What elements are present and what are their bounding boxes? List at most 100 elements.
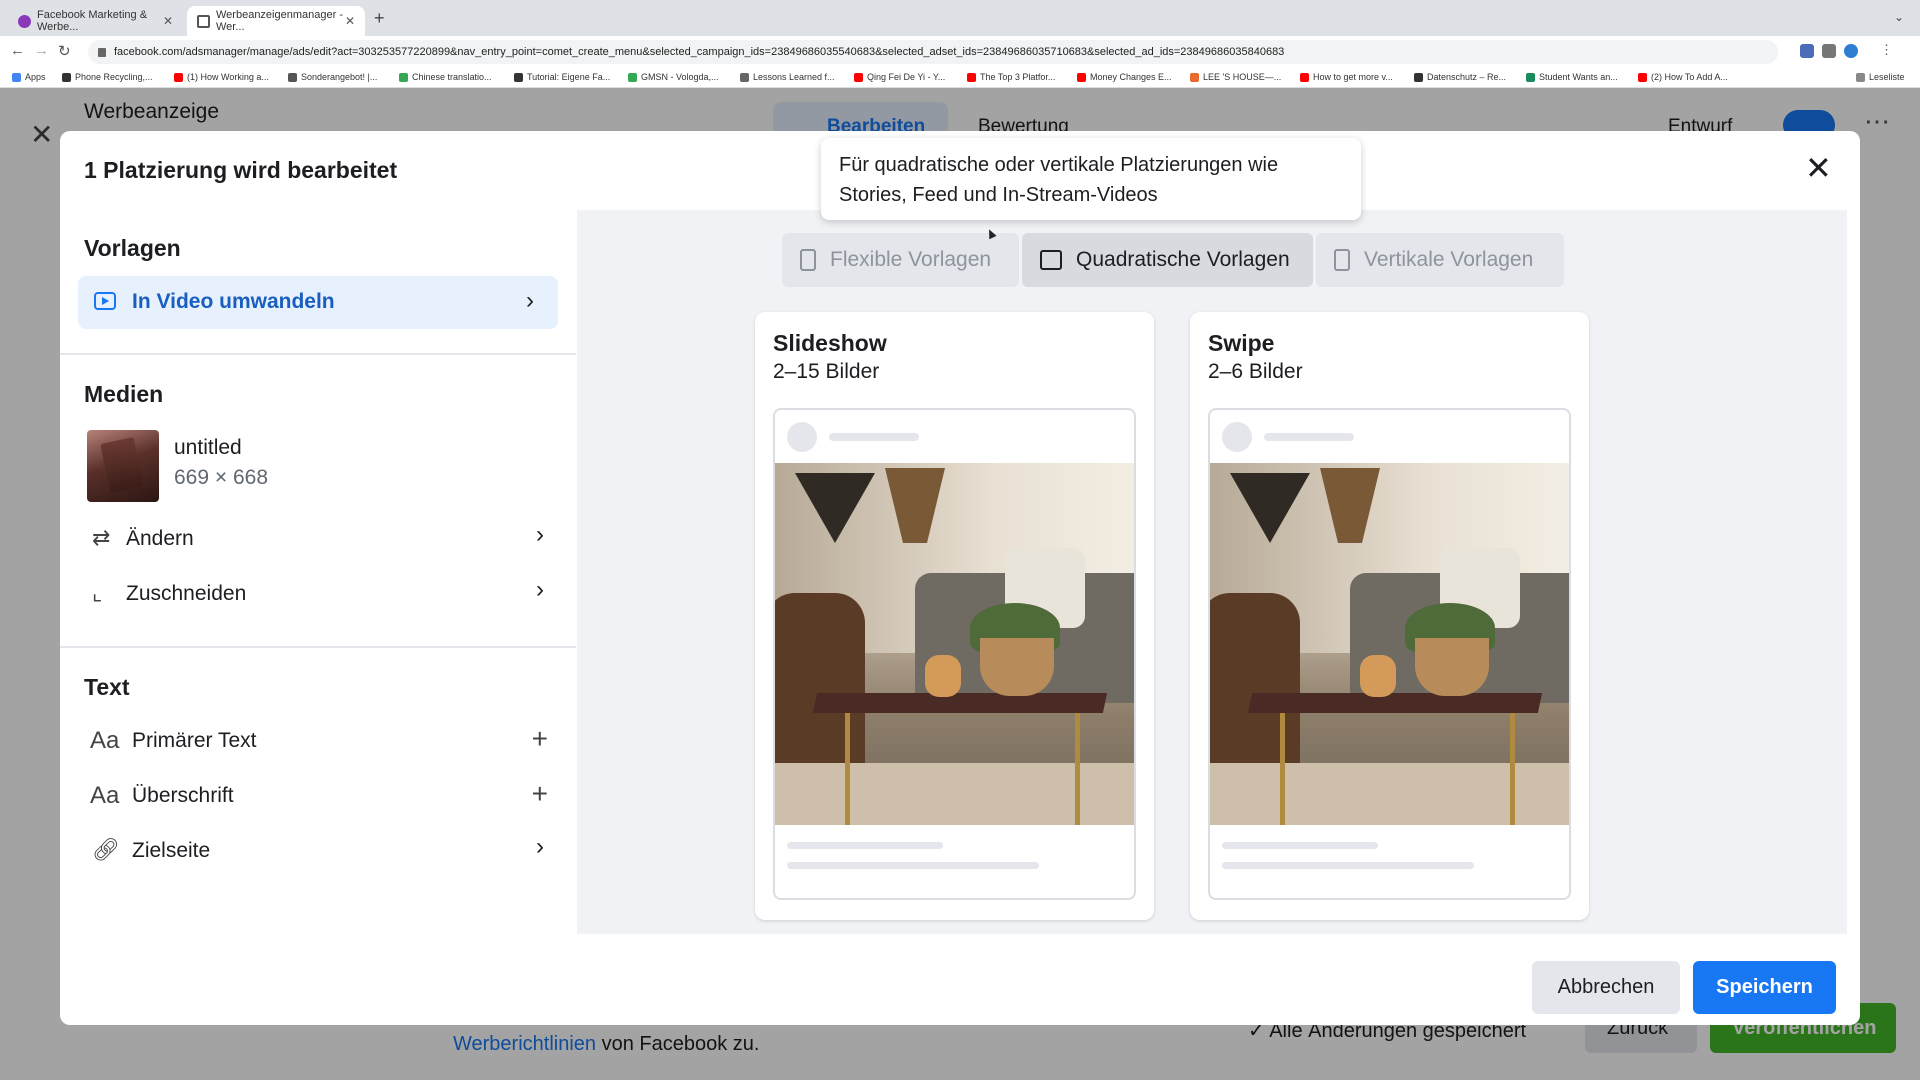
close-tab-icon[interactable]: ✕ bbox=[345, 14, 355, 28]
text-style-icon: Aa bbox=[90, 727, 120, 754]
lock-icon bbox=[98, 47, 106, 57]
chevron-right-icon: › bbox=[536, 521, 544, 548]
cancel-button[interactable]: Abbrechen bbox=[1532, 961, 1680, 1014]
vertical-phone-icon bbox=[1334, 249, 1350, 271]
close-icon[interactable]: ✕ bbox=[1805, 149, 1832, 187]
template-type-tabs: Flexible Vorlagen Quadratische Vorlagen … bbox=[782, 233, 1564, 287]
bookmark-item[interactable]: Apps bbox=[12, 72, 46, 82]
change-media-row[interactable]: ⇄ Ändern › bbox=[84, 519, 554, 559]
bookmark-item[interactable]: LEE 'S HOUSE—... bbox=[1190, 72, 1281, 82]
crop-row[interactable]: ⌞ Zuschneiden › bbox=[84, 574, 554, 614]
template-card-slideshow[interactable]: Slideshow 2–15 Bilder bbox=[755, 312, 1154, 920]
url-text: facebook.com/adsmanager/manage/ads/edit?… bbox=[114, 46, 1285, 58]
dialog-title: 1 Platzierung wird bearbeitet bbox=[84, 157, 398, 183]
media-thumbnail bbox=[87, 430, 159, 502]
landing-page-label: Zielseite bbox=[132, 839, 211, 862]
profile-avatar-icon[interactable] bbox=[1844, 44, 1858, 58]
tab-label: Facebook Marketing & Werbe... bbox=[37, 9, 148, 33]
landing-page-row[interactable]: 🔗︎ Zielseite › bbox=[84, 831, 554, 871]
bookmark-item[interactable]: Lessons Learned f... bbox=[740, 72, 835, 82]
bookmark-item[interactable]: GMSN - Vologda,... bbox=[628, 72, 719, 82]
template-tooltip: Für quadratische oder vertikale Platzier… bbox=[821, 138, 1361, 220]
link-icon: 🔗︎ bbox=[92, 837, 120, 862]
bookmark-item[interactable]: Student Wants an... bbox=[1526, 72, 1618, 82]
bookmarks-bar: Apps Phone Recycling,... (1) How Working… bbox=[0, 68, 1920, 88]
bookmark-item[interactable]: Money Changes E... bbox=[1077, 72, 1172, 82]
extensions-puzzle-icon[interactable] bbox=[1822, 44, 1836, 58]
bookmark-item[interactable]: Phone Recycling,... bbox=[62, 72, 153, 82]
templates-heading: Vorlagen bbox=[84, 235, 181, 261]
url-field[interactable]: facebook.com/adsmanager/manage/ads/edit?… bbox=[88, 40, 1778, 64]
forward-icon[interactable]: → bbox=[34, 42, 49, 59]
save-button[interactable]: Speichern bbox=[1693, 961, 1836, 1014]
square-icon bbox=[1040, 250, 1062, 270]
tab-label: Flexible Vorlagen bbox=[830, 248, 992, 271]
headline-row[interactable]: Aa Überschrift + bbox=[84, 776, 554, 816]
primary-text-row[interactable]: Aa Primärer Text + bbox=[84, 721, 554, 761]
crop-label: Zuschneiden bbox=[126, 582, 247, 605]
ads-manager-favicon-icon bbox=[197, 14, 210, 28]
bookmark-item[interactable]: Datenschutz – Re... bbox=[1414, 72, 1506, 82]
media-heading: Medien bbox=[84, 381, 164, 407]
bookmark-item[interactable]: Qing Fei De Yi - Y... bbox=[854, 72, 945, 82]
phone-icon bbox=[800, 249, 816, 271]
text-style-icon: Aa bbox=[90, 782, 120, 809]
chevron-right-icon: › bbox=[526, 287, 534, 314]
browser-tab-1[interactable]: Facebook Marketing & Werbe... ✕ bbox=[8, 6, 183, 36]
browser-tab-2[interactable]: Werbeanzeigenmanager - Wer... ✕ bbox=[187, 6, 365, 36]
close-tab-icon[interactable]: ✕ bbox=[163, 14, 173, 28]
bookmark-item[interactable]: Sonderangebot! |... bbox=[288, 72, 377, 82]
bookmark-item[interactable]: (2) How To Add A... bbox=[1638, 72, 1728, 82]
back-icon[interactable]: ← bbox=[10, 42, 25, 59]
template-card-swipe[interactable]: Swipe 2–6 Bilder bbox=[1190, 312, 1589, 920]
text-heading: Text bbox=[84, 674, 130, 700]
primary-text-label: Primärer Text bbox=[132, 729, 257, 752]
template-gallery: Flexible Vorlagen Quadratische Vorlagen … bbox=[577, 210, 1847, 934]
divider bbox=[60, 353, 576, 355]
tab-flexible-templates[interactable]: Flexible Vorlagen bbox=[782, 233, 1019, 287]
text-placeholder bbox=[1264, 433, 1354, 441]
media-dimensions: 669 × 668 bbox=[174, 466, 269, 489]
plus-icon[interactable]: + bbox=[532, 723, 548, 755]
new-tab-icon[interactable]: + bbox=[374, 8, 385, 29]
swap-icon: ⇄ bbox=[92, 525, 111, 550]
card-subtitle: 2–6 Bilder bbox=[1208, 360, 1303, 383]
convert-to-video-button[interactable]: In Video umwandeln › bbox=[78, 276, 558, 329]
bookmark-item[interactable]: (1) How Working a... bbox=[174, 72, 269, 82]
chevron-right-icon: › bbox=[536, 576, 544, 603]
ad-preview bbox=[773, 408, 1136, 900]
preview-image bbox=[775, 463, 1134, 825]
tab-search-icon[interactable]: ⌄ bbox=[1894, 10, 1904, 24]
convert-to-video-label: In Video umwandeln bbox=[132, 290, 335, 313]
avatar-placeholder bbox=[1222, 422, 1252, 452]
preview-image bbox=[1210, 463, 1569, 825]
card-title: Swipe bbox=[1208, 330, 1275, 356]
extension-facebook-icon[interactable] bbox=[1800, 44, 1814, 58]
text-placeholder bbox=[829, 433, 919, 441]
tab-label: Quadratische Vorlagen bbox=[1076, 248, 1290, 271]
tab-square-templates[interactable]: Quadratische Vorlagen bbox=[1022, 233, 1313, 287]
reading-list[interactable]: Leseliste bbox=[1856, 72, 1905, 82]
text-placeholder bbox=[787, 842, 943, 849]
bookmark-item[interactable]: The Top 3 Platfor... bbox=[967, 72, 1055, 82]
chevron-right-icon: › bbox=[536, 833, 544, 860]
text-placeholder bbox=[1222, 842, 1378, 849]
reload-icon[interactable]: ↻ bbox=[58, 42, 71, 60]
headline-label: Überschrift bbox=[132, 784, 234, 807]
avatar-placeholder bbox=[787, 422, 817, 452]
ad-preview bbox=[1208, 408, 1571, 900]
text-placeholder bbox=[787, 862, 1039, 869]
address-bar: ← → ↻ facebook.com/adsmanager/manage/ads… bbox=[0, 36, 1920, 68]
bookmark-item[interactable]: Chinese translatio... bbox=[399, 72, 492, 82]
video-icon bbox=[94, 292, 116, 310]
bookmark-item[interactable]: How to get more v... bbox=[1300, 72, 1393, 82]
text-placeholder bbox=[1222, 862, 1474, 869]
crop-icon: ⌞ bbox=[92, 580, 103, 605]
tab-vertical-templates[interactable]: Vertikale Vorlagen bbox=[1316, 233, 1564, 287]
bookmark-item[interactable]: Tutorial: Eigene Fa... bbox=[514, 72, 610, 82]
plus-icon[interactable]: + bbox=[532, 778, 548, 810]
media-name: untitled bbox=[174, 436, 242, 459]
browser-tab-bar: Facebook Marketing & Werbe... ✕ Werbeanz… bbox=[0, 0, 1920, 36]
tab-label: Werbeanzeigenmanager - Wer... bbox=[216, 9, 343, 33]
browser-menu-icon[interactable]: ⋮ bbox=[1880, 42, 1893, 58]
